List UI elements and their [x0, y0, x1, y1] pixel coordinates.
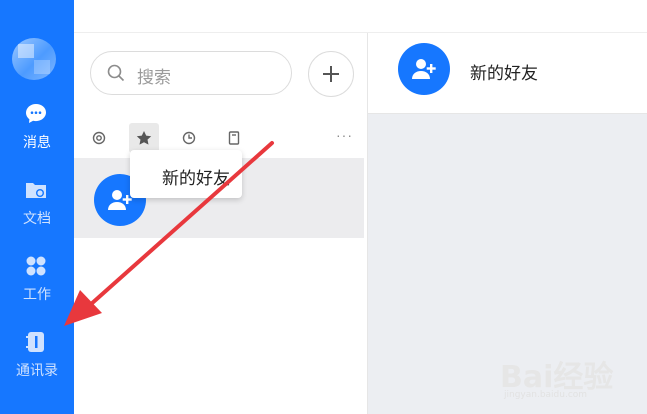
contacts-book-icon	[26, 332, 44, 352]
nav-item-messages[interactable]: 消息	[0, 102, 74, 158]
more-options-icon[interactable]: ···	[336, 127, 353, 143]
nav-item-documents[interactable]: 文档	[0, 178, 74, 234]
filter-mentions[interactable]	[84, 123, 114, 153]
chat-avatar	[398, 43, 450, 95]
clock-icon	[182, 131, 196, 145]
session-title: 新的好友	[162, 169, 230, 188]
search-placeholder: 搜索	[137, 68, 171, 87]
nav-label: 消息	[23, 134, 51, 150]
window-top-bar	[74, 0, 647, 33]
nav-label: 文档	[23, 210, 51, 226]
chat-header: 新的好友	[368, 33, 647, 114]
filter-starred[interactable]	[129, 123, 159, 153]
mention-icon	[92, 131, 106, 145]
workbench-icon	[26, 256, 46, 276]
nav-label: 通讯录	[16, 362, 58, 378]
user-avatar[interactable]	[12, 38, 56, 80]
nav-label: 工作	[23, 286, 51, 302]
filter-recent[interactable]	[174, 123, 204, 153]
search-input[interactable]: 搜索	[90, 51, 292, 95]
star-icon	[136, 131, 152, 145]
left-nav-rail: 消息 文档 工作 通讯录	[0, 0, 74, 414]
session-title-tooltip: 新的好友	[130, 150, 242, 198]
plus-icon	[323, 66, 339, 82]
search-icon	[107, 64, 125, 82]
add-friend-icon	[412, 59, 436, 79]
nav-item-work[interactable]: 工作	[0, 254, 74, 310]
watermark-url: jingyan.baidu.com	[504, 390, 588, 400]
message-icon	[26, 104, 46, 123]
nav-item-contacts[interactable]: 通讯录	[0, 330, 74, 386]
watermark: Bai经验 jingyan.baidu.com	[500, 352, 613, 400]
document-folder-icon	[26, 183, 46, 198]
session-list-panel: 搜索 ··· 新的好友	[74, 33, 368, 414]
filter-saved[interactable]	[219, 123, 249, 153]
chat-title: 新的好友	[470, 64, 538, 83]
add-button[interactable]	[308, 51, 354, 97]
session-item-new-friends[interactable]: 新的好友	[74, 150, 364, 238]
bookmark-icon	[228, 131, 240, 145]
